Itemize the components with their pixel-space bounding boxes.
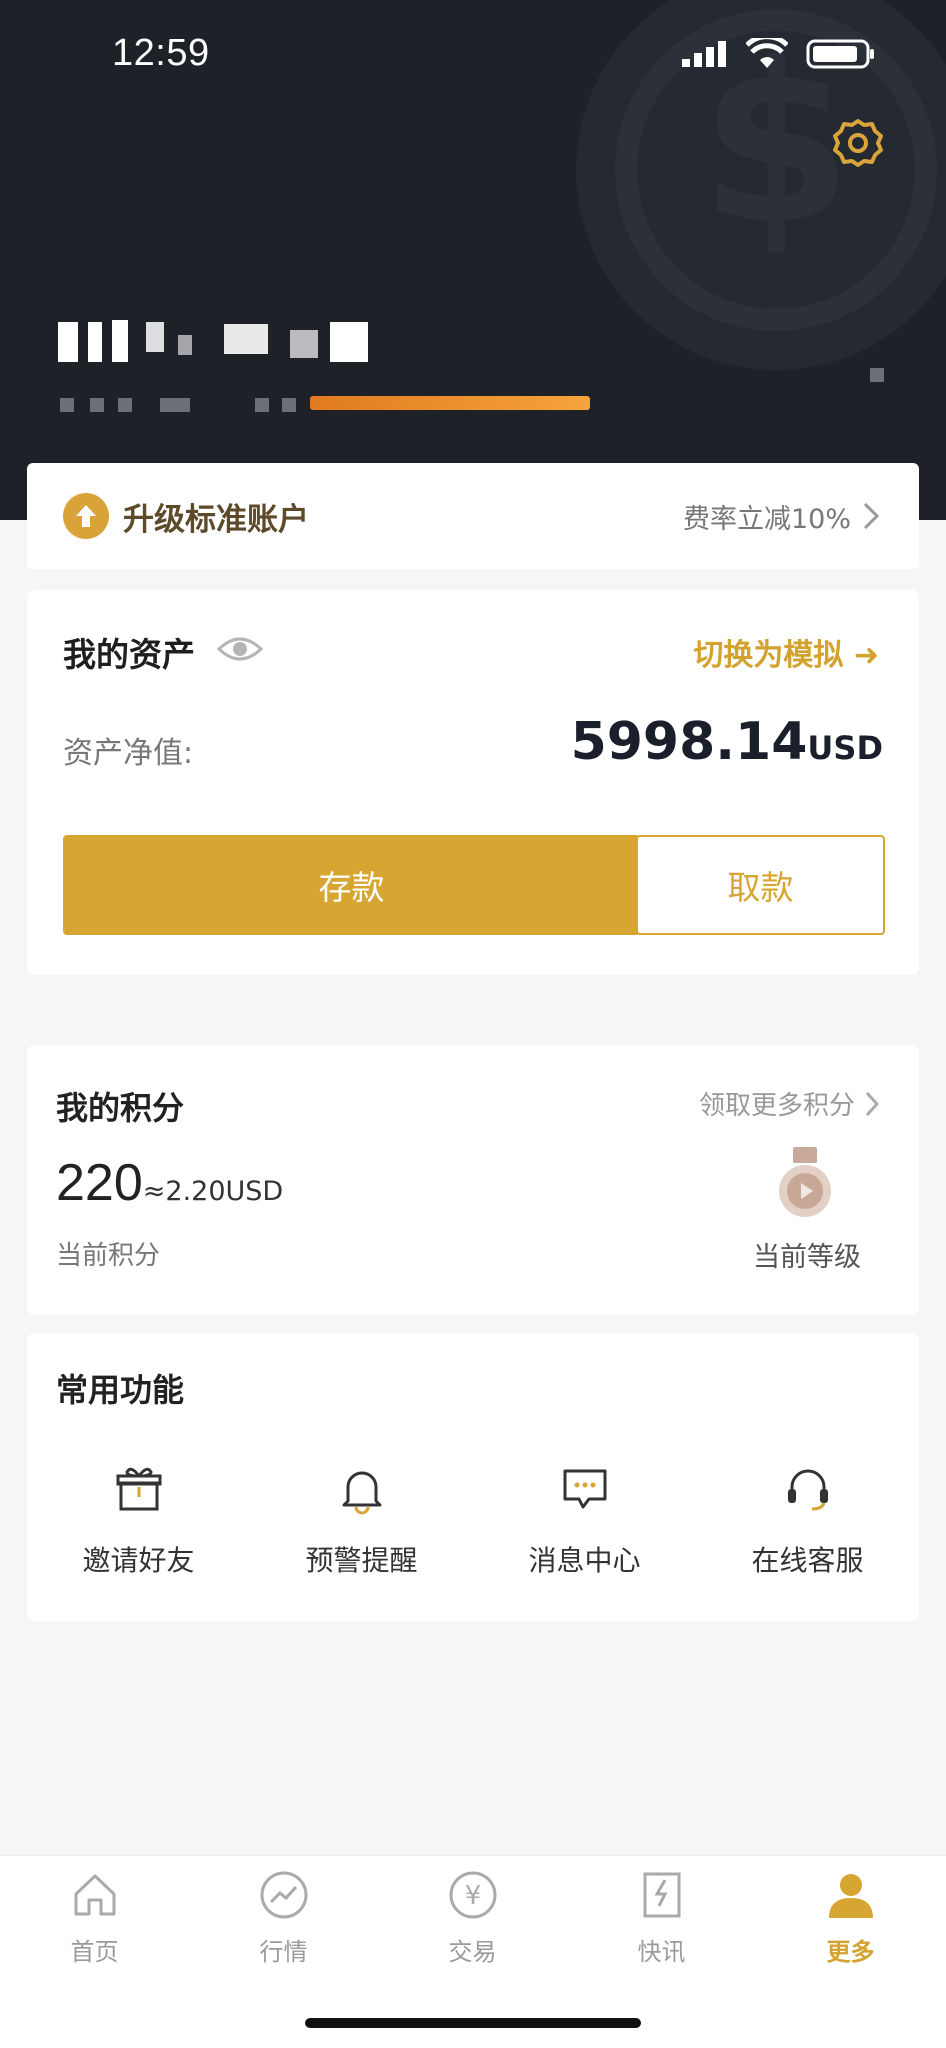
function-label: 邀请好友: [82, 1544, 195, 1577]
switch-label: 切换为模拟: [693, 638, 844, 673]
switch-to-demo-link[interactable]: 切换为模拟 ➜: [693, 630, 879, 674]
tab-label: 行情: [259, 1938, 308, 1966]
tab-trade[interactable]: ¥ 交易: [378, 1868, 567, 1967]
message-icon: [563, 1469, 606, 1509]
get-more-points-link[interactable]: 领取更多积分: [699, 1085, 879, 1122]
status-time: 12:59: [112, 32, 210, 74]
function-label: 消息中心: [528, 1544, 641, 1577]
alert-reminder-button[interactable]: 预警提醒: [250, 1463, 473, 1579]
function-label: 在线客服: [751, 1544, 864, 1577]
points-amount: 220≈2.20USD: [56, 1153, 283, 1213]
points-title: 我的积分: [56, 1089, 185, 1127]
common-functions-card: 常用功能 邀请好友 预警提醒 消息中心 在线客服: [27, 1333, 919, 1621]
bell-icon: [342, 1471, 381, 1515]
chevron-right-icon: [863, 502, 879, 530]
tab-label: 交易: [448, 1938, 497, 1966]
headset-icon: [787, 1469, 828, 1511]
eye-icon[interactable]: [217, 634, 263, 664]
user-icon: [828, 1874, 873, 1918]
arrow-right-icon: ➜: [853, 638, 879, 673]
my-assets-card: 我的资产 切换为模拟 ➜ 资产净值: 5998.14USD 存款 取款: [27, 590, 919, 975]
upgrade-account-banner[interactable]: 升级标准账户 费率立减10%: [27, 463, 919, 569]
tab-label: 快讯: [637, 1938, 686, 1966]
message-center-button[interactable]: 消息中心: [473, 1463, 696, 1579]
profile-header: $ 12:59: [0, 0, 946, 520]
home-icon: [74, 1874, 115, 1916]
current-points-label: 当前积分: [56, 1241, 161, 1271]
settings-gear-icon[interactable]: [830, 115, 886, 171]
gift-icon: [116, 1467, 161, 1511]
upgrade-label: 升级标准账户: [123, 501, 309, 538]
signal-icon: [682, 41, 726, 67]
withdraw-button[interactable]: 取款: [636, 835, 885, 935]
function-label: 预警提醒: [305, 1544, 418, 1577]
assets-title: 我的资产: [63, 635, 195, 674]
tab-market[interactable]: 行情: [189, 1868, 378, 1967]
points-approx-usd: ≈2.20USD: [142, 1176, 284, 1207]
home-indicator[interactable]: [305, 2018, 641, 2028]
arrow-up-icon: [63, 493, 109, 539]
net-value-label: 资产净值:: [63, 736, 194, 771]
bottom-tab-bar: 首页 行情 ¥ 交易 快讯 更多: [0, 1855, 946, 2048]
battery-icon: [806, 39, 874, 69]
tab-label: 首页: [70, 1938, 119, 1966]
wifi-icon: [746, 38, 788, 68]
chevron-right-icon: [865, 1091, 879, 1116]
points-value: 220: [56, 1154, 143, 1212]
more-points-label: 领取更多积分: [698, 1091, 855, 1121]
net-value: 5998.14USD: [571, 712, 883, 772]
status-icons: [680, 38, 876, 70]
svg-text:¥: ¥: [464, 1881, 481, 1911]
news-icon: [643, 1872, 680, 1918]
net-value-number: 5998.14: [570, 712, 808, 772]
account-progress-bar: [310, 396, 590, 410]
tab-more[interactable]: 更多: [756, 1868, 945, 1967]
net-value-currency: USD: [807, 729, 883, 767]
current-level-label: 当前等级: [753, 1242, 861, 1273]
chart-icon: [260, 1871, 307, 1919]
deposit-button[interactable]: 存款: [63, 835, 640, 935]
yen-icon: ¥: [449, 1871, 496, 1919]
functions-grid: 邀请好友 预警提醒 消息中心 在线客服: [27, 1463, 919, 1579]
tab-news[interactable]: 快讯: [567, 1868, 756, 1967]
invite-friends-button[interactable]: 邀请好友: [27, 1463, 250, 1579]
medal-icon[interactable]: [777, 1145, 833, 1225]
upgrade-promo: 费率立减10%: [683, 497, 879, 536]
promo-text: 费率立减10%: [682, 503, 851, 535]
tab-home[interactable]: 首页: [0, 1868, 189, 1967]
functions-title: 常用功能: [56, 1371, 185, 1409]
my-points-card: 我的积分 领取更多积分 220≈2.20USD 当前积分 当前等级: [27, 1045, 919, 1315]
online-support-button[interactable]: 在线客服: [696, 1463, 919, 1579]
tab-label: 更多: [826, 1938, 875, 1966]
